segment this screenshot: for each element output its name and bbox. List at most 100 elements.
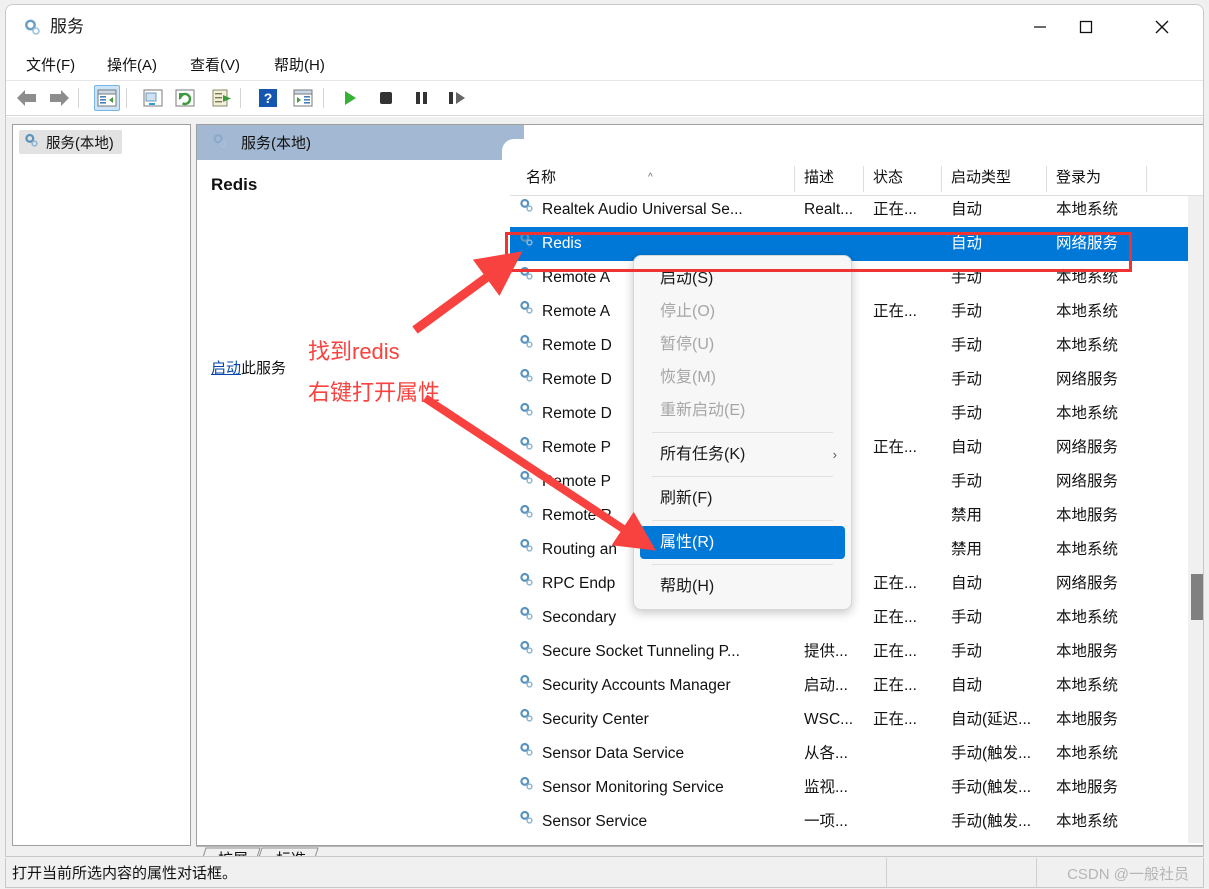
start-service-icon[interactable] bbox=[337, 85, 363, 111]
column-header-startup-type[interactable]: 启动类型 bbox=[941, 160, 1046, 196]
table-row[interactable]: Security Center WSC... 正在... 自动(延迟... 本地服务 bbox=[510, 703, 1203, 737]
service-name-label: RPC Endp bbox=[542, 575, 616, 592]
table-row[interactable]: Routing an 禁用 本地系统 bbox=[510, 533, 1203, 567]
tree-node-label: 服务(本地) bbox=[46, 135, 114, 152]
table-row[interactable]: Remote A 手动 本地系统 bbox=[510, 261, 1203, 295]
tree-pane: 服务(本地) bbox=[12, 124, 191, 846]
show-hide-tree-icon[interactable] bbox=[94, 85, 120, 111]
services-gear-icon bbox=[518, 261, 535, 295]
service-name-label: Secure Socket Tunneling P... bbox=[542, 643, 740, 660]
cell-logon: 网络服务 bbox=[1056, 235, 1119, 252]
table-row[interactable]: Remote A 正在... 手动 本地系统 bbox=[510, 295, 1203, 329]
menu-view[interactable]: 查看(V) bbox=[184, 53, 246, 78]
services-gear-icon bbox=[518, 295, 535, 329]
cell-desc: 从各... bbox=[804, 745, 848, 762]
tab-extended[interactable]: 扩展 bbox=[208, 848, 258, 856]
context-menu-item-12[interactable]: 帮助(H) bbox=[634, 570, 851, 603]
table-row[interactable]: Server 支持 正在 自动(触发 本地系统 bbox=[510, 839, 1203, 844]
table-row[interactable]: RPC Endp 正在... 自动 网络服务 bbox=[510, 567, 1203, 601]
table-row[interactable]: Sensor Monitoring Service 监视... 手动(触发... 本地… bbox=[510, 771, 1203, 805]
column-header-log-on-as[interactable]: 登录为 bbox=[1046, 160, 1146, 196]
scrollbar-thumb[interactable] bbox=[1191, 574, 1203, 620]
tab-standard[interactable]: 标准 bbox=[266, 848, 316, 856]
cell-logon: 网络服务 bbox=[1056, 371, 1119, 388]
close-button[interactable] bbox=[1139, 5, 1185, 49]
help-icon[interactable]: ? bbox=[255, 85, 281, 111]
column-header-status[interactable]: 状态 bbox=[863, 160, 941, 196]
services-gear-icon bbox=[518, 465, 535, 499]
minimize-button[interactable] bbox=[1017, 5, 1063, 49]
cell-startup: 自动(触发 bbox=[951, 839, 1018, 844]
table-row[interactable]: Remote P 手动 网络服务 bbox=[510, 465, 1203, 499]
cell-desc: 一项... bbox=[804, 813, 848, 830]
refresh-icon[interactable] bbox=[172, 85, 198, 111]
cell-logon: 本地系统 bbox=[1056, 745, 1119, 762]
table-row[interactable]: Remote P 正在... 自动 网络服务 bbox=[510, 431, 1203, 465]
table-row[interactable]: Remote R 禁用 本地服务 bbox=[510, 499, 1203, 533]
table-row[interactable]: Realtek Audio Universal Se... Realt... 正在.… bbox=[510, 196, 1203, 227]
cell-startup: 手动(触发... bbox=[951, 813, 1032, 830]
service-name-label: Security Accounts Manager bbox=[542, 677, 731, 694]
table-row[interactable]: Secondary 正在... 手动 本地系统 bbox=[510, 601, 1203, 635]
context-menu-item-10[interactable]: 属性(R) bbox=[640, 526, 845, 559]
cell-startup: 手动 bbox=[951, 337, 983, 354]
service-name-cell: Remote P bbox=[518, 431, 611, 465]
table-row[interactable]: Remote D 手动 本地系统 bbox=[510, 397, 1203, 431]
cell-startup: 手动 bbox=[951, 643, 983, 660]
service-name-cell: Redis bbox=[518, 227, 582, 261]
table-row[interactable]: Security Accounts Manager 启动... 正在... 自动 本地系… bbox=[510, 669, 1203, 703]
service-name-cell: Remote D bbox=[518, 363, 612, 397]
column-header-description[interactable]: 描述 bbox=[794, 160, 863, 196]
menu-help[interactable]: 帮助(H) bbox=[268, 53, 331, 78]
restart-service-icon[interactable] bbox=[444, 85, 470, 111]
services-gear-icon bbox=[518, 601, 535, 635]
back-arrow-icon[interactable] bbox=[14, 85, 40, 111]
maximize-button[interactable] bbox=[1063, 5, 1109, 49]
cell-status: 正在 bbox=[873, 839, 904, 844]
svg-text:?: ? bbox=[264, 90, 273, 106]
service-name-cell: Routing an bbox=[518, 533, 617, 567]
cell-logon: 本地服务 bbox=[1056, 711, 1119, 728]
forward-arrow-icon[interactable] bbox=[46, 85, 72, 111]
service-name-cell: Remote R bbox=[518, 499, 612, 533]
cell-status: 正在... bbox=[873, 575, 917, 592]
start-service-link[interactable]: 启动 bbox=[211, 360, 241, 377]
services-gear-icon bbox=[518, 839, 535, 844]
tree-node-services-local[interactable]: 服务(本地) bbox=[19, 130, 122, 154]
table-row[interactable]: Secure Socket Tunneling P... 提供... 正在... 手动… bbox=[510, 635, 1203, 669]
export-list-icon[interactable] bbox=[209, 85, 235, 111]
services-gear-icon bbox=[211, 132, 229, 154]
service-name-label: Remote P bbox=[542, 473, 611, 490]
services-gear-icon bbox=[518, 397, 535, 431]
service-name-label: Sensor Monitoring Service bbox=[542, 779, 724, 796]
table-row[interactable]: Sensor Data Service 从各... 手动(触发... 本地系统 bbox=[510, 737, 1203, 771]
service-name-label: Redis bbox=[542, 235, 582, 252]
services-gear-icon bbox=[22, 17, 42, 37]
menu-action[interactable]: 操作(A) bbox=[101, 53, 163, 78]
context-menu: 启动(S) 停止(O) 暂停(U) 恢复(M) 重新启动(E) 所有任务(K) › 刷新(F)… bbox=[633, 255, 852, 610]
table-row[interactable]: Redis 自动 网络服务 bbox=[510, 227, 1203, 261]
pause-service-icon[interactable] bbox=[408, 85, 434, 111]
services-list: 名称 ^ 描述 状态 启动类型 登录为 Realtek Audio Univer… bbox=[510, 160, 1203, 844]
table-row[interactable]: Remote D 手动 网络服务 bbox=[510, 363, 1203, 397]
service-action-text: 启动此服务 bbox=[211, 357, 286, 378]
context-menu-item-6[interactable]: 所有任务(K) › bbox=[634, 438, 851, 471]
properties-window-icon[interactable] bbox=[140, 85, 166, 111]
column-divider[interactable] bbox=[1146, 166, 1147, 192]
service-name-cell: Secure Socket Tunneling P... bbox=[518, 635, 740, 669]
vertical-scrollbar[interactable] bbox=[1188, 196, 1203, 843]
table-row[interactable]: Sensor Service 一项... 手动(触发... 本地系统 bbox=[510, 805, 1203, 839]
show-action-pane-icon[interactable] bbox=[290, 85, 316, 111]
service-name-label: Secondary bbox=[542, 609, 617, 626]
service-name-cell: Server bbox=[518, 839, 588, 844]
context-menu-item-0[interactable]: 启动(S) bbox=[634, 262, 851, 295]
column-header-name[interactable]: 名称 bbox=[516, 160, 794, 196]
context-menu-item-label: 暂停(U) bbox=[660, 336, 715, 353]
table-row[interactable]: Remote D 手动 本地系统 bbox=[510, 329, 1203, 363]
context-menu-item-8[interactable]: 刷新(F) bbox=[634, 482, 851, 515]
stop-service-icon[interactable] bbox=[373, 85, 399, 111]
menu-file[interactable]: 文件(F) bbox=[20, 53, 81, 78]
chevron-right-icon: › bbox=[832, 447, 837, 462]
services-gear-icon bbox=[518, 431, 535, 465]
cell-logon: 本地系统 bbox=[1056, 541, 1119, 558]
